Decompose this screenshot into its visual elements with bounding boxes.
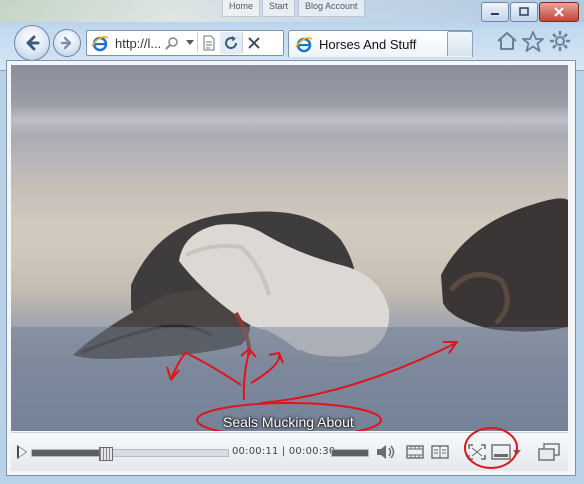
back-icon — [26, 35, 40, 51]
window-controls — [481, 2, 579, 22]
compat-view-icon[interactable] — [198, 32, 220, 54]
popout-icon[interactable] — [538, 443, 560, 461]
annotation-circle-captions — [464, 427, 518, 469]
background-tab-home: Home — [222, 0, 261, 17]
dropdown-icon[interactable] — [183, 32, 197, 54]
ie-logo-icon — [91, 34, 109, 52]
stop-icon[interactable] — [243, 32, 265, 54]
seek-thumb[interactable] — [98, 447, 113, 461]
maximize-button[interactable] — [510, 2, 538, 22]
player-controls-bar: 00:00:11 | 00:00:30 — [11, 427, 568, 471]
current-time: 00:00:11 — [232, 446, 279, 457]
minimize-icon — [491, 13, 499, 15]
total-time: 00:00:30 — [288, 446, 336, 457]
forward-icon — [60, 36, 72, 50]
background-tab-blog-account: Blog Account — [298, 0, 365, 17]
video-caption: Seals Mucking About — [223, 414, 354, 430]
close-window-button[interactable] — [539, 2, 579, 22]
url-text[interactable]: http://l... — [115, 36, 161, 51]
new-tab-button[interactable] — [447, 31, 473, 56]
tab-ie-icon — [295, 37, 313, 53]
address-bar[interactable]: http://l... — [86, 30, 284, 56]
video-player-viewport[interactable]: Seals Mucking About — [11, 65, 568, 431]
home-icon[interactable] — [496, 30, 518, 52]
seals-video-frame — [11, 198, 568, 431]
time-display: 00:00:11 | 00:00:30 — [232, 446, 335, 457]
minimize-button[interactable] — [481, 2, 509, 22]
forward-button[interactable] — [53, 29, 81, 57]
refresh-icon[interactable] — [220, 32, 242, 54]
seek-bar[interactable] — [31, 447, 229, 461]
background-tab-start: Start — [262, 0, 296, 17]
volume-slider[interactable] — [331, 449, 369, 457]
favorites-icon[interactable] — [522, 30, 544, 52]
volume-level-fill — [332, 450, 368, 456]
play-icon — [19, 447, 26, 457]
maximize-icon — [519, 7, 529, 16]
tab-horses-and-stuff[interactable]: Horses And Stuff — [288, 30, 473, 57]
search-icon[interactable] — [161, 32, 183, 54]
close-icon — [554, 7, 564, 17]
time-separator: | — [281, 446, 286, 457]
back-button[interactable] — [14, 25, 50, 61]
volume-icon[interactable] — [375, 443, 397, 461]
playlist-icon[interactable] — [431, 445, 449, 459]
tools-gear-icon[interactable] — [549, 30, 571, 52]
seek-progress-fill — [32, 450, 105, 456]
chapters-icon[interactable] — [406, 445, 424, 459]
tab-title: Horses And Stuff — [319, 36, 417, 52]
